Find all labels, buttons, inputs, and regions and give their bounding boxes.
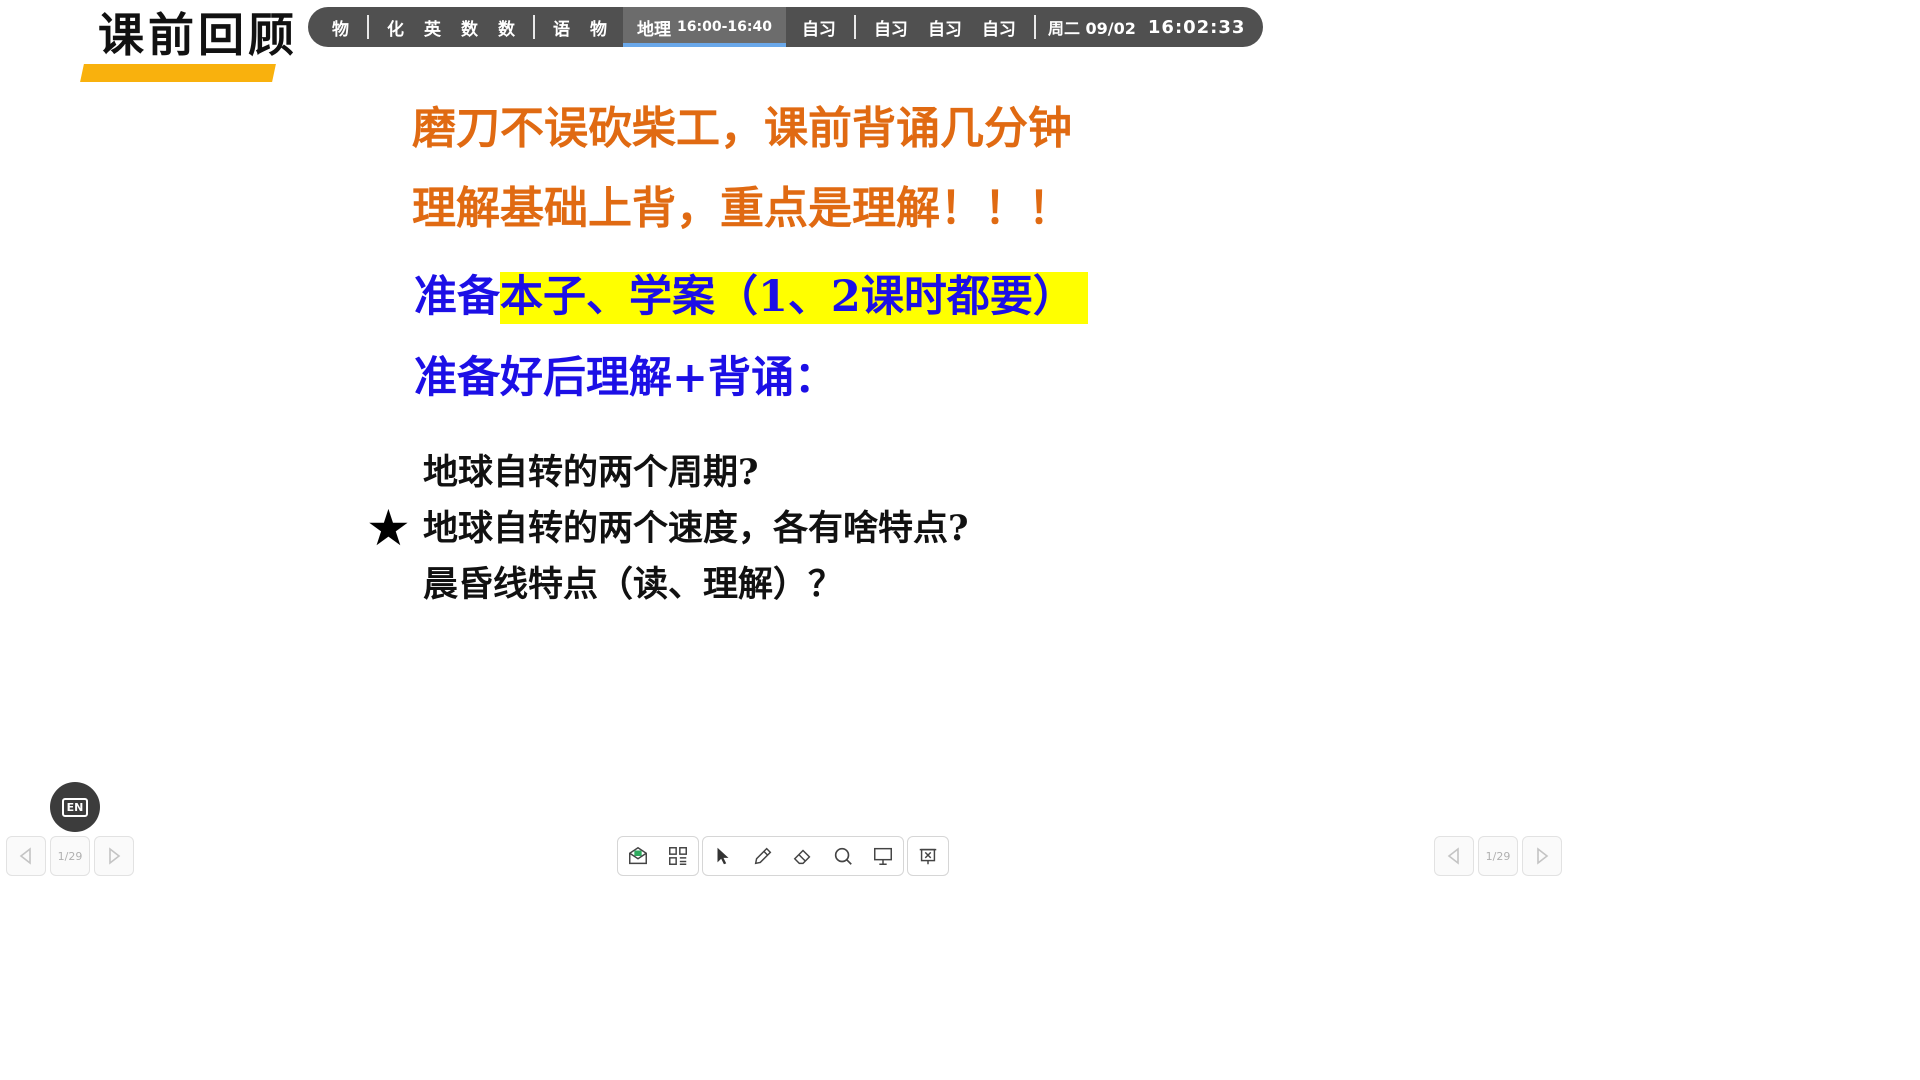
schedule-item: 自习 [981,19,1016,40]
toolbar-group-exit [907,836,949,876]
title-underline [80,64,276,82]
input-method-button[interactable]: EN [50,782,100,832]
toolbar-group-apps [617,836,699,876]
question-1: 地球自转的两个周期? [423,452,759,493]
slide-line-3-prefix: 准备 [414,272,500,322]
schedule-item: 英 [424,19,441,40]
star-icon: ★ [366,499,411,557]
search-button[interactable] [823,837,863,875]
page-indicator-text: 1/29 [1485,849,1511,863]
chevron-right-icon [1537,847,1549,865]
exit-slideshow-button[interactable] [908,837,948,875]
schedule-item: 化 [387,19,404,40]
prev-page-button[interactable] [6,836,46,876]
slide-line-1: 磨刀不误砍柴工，课前背诵几分钟 [412,103,1072,154]
next-page-button-right[interactable] [1522,836,1562,876]
page-indicator[interactable]: 1/29 [50,836,90,876]
pen-icon [754,847,772,865]
page-title: 课前回顾 [98,8,298,62]
page-indicator-text: 1/29 [57,849,83,863]
toolbar-group-draw [702,836,904,876]
apps-grid-icon [669,847,687,865]
search-icon [834,847,852,865]
eraser-icon [793,849,811,865]
schedule-item: 数 [498,19,515,40]
schedule-divider [367,15,369,39]
schedule-item: 数 [461,19,478,40]
next-page-button[interactable] [94,836,134,876]
envelope-button[interactable] [618,837,658,875]
pen-button[interactable] [743,837,783,875]
schedule-item: 自习 [927,19,962,40]
schedule-item: 自习 [873,19,908,40]
chevron-left-icon [19,847,31,865]
slide-line-2: 理解基础上背，重点是理解！！！ [412,183,1072,234]
schedule-divider [533,15,535,39]
page-indicator-right[interactable]: 1/29 [1478,836,1518,876]
close-box-icon [919,848,937,865]
presentation-icon [874,847,892,865]
schedule-item: 自习 [801,19,836,40]
class-schedule-bar: 物 化 英 数 数 语 物 地理 16:00-16:40 自习 自习 自习 自习… [308,7,1263,47]
schedule-divider [853,15,856,39]
slide-line-3: 准备本子、学案（1、2课时都要） [414,262,1088,324]
question-3: 晨昏线特点（读、理解）？ [423,564,844,605]
schedule-divider [1033,15,1036,39]
schedule-clock: 16:02:33 [1147,16,1246,38]
chevron-right-icon [109,847,121,865]
current-subject: 地理 [637,19,671,40]
slide-line-3-highlight: 本子、学案（1、2课时都要） [500,272,1088,324]
prev-page-button-right[interactable] [1434,836,1474,876]
slide-line-4: 准备好后理解+背诵： [414,353,838,403]
chevron-left-icon [1447,847,1459,865]
schedule-current-class: 地理 16:00-16:40 [623,7,786,47]
pointer-icon [717,847,729,865]
envelope-icon [629,846,647,865]
apps-button[interactable] [658,837,698,875]
presentation-button[interactable] [863,837,903,875]
pointer-button[interactable] [703,837,743,875]
schedule-item: 物 [332,19,349,40]
bottom-toolbar [617,836,952,876]
schedule-item: 物 [590,19,607,40]
current-class-time: 16:00-16:40 [677,19,772,35]
schedule-date: 周二 09/02 [1047,19,1136,38]
schedule-item: 语 [553,19,570,40]
en-label: EN [61,797,89,817]
question-2: 地球自转的两个速度，各有啥特点? [423,508,969,549]
eraser-button[interactable] [783,837,823,875]
